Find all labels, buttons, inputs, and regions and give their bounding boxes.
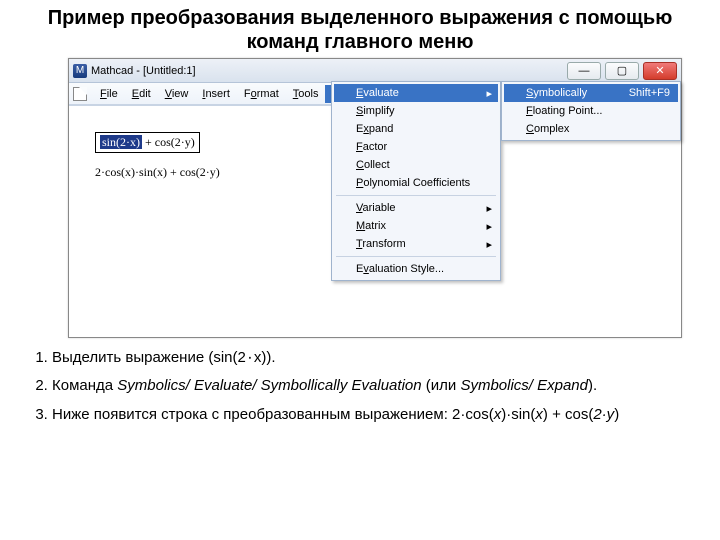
document-icon [73,87,87,101]
menu-file[interactable]: File [93,85,125,103]
submenu-floating[interactable]: Floating Point... [504,102,678,120]
menu-evaluate[interactable]: Evaluate▸ [334,84,498,102]
titlebar: M Mathcad - [Untitled:1] — ▢ ✕ [69,59,681,83]
menu-view[interactable]: View [158,85,196,103]
menu-separator [336,195,496,196]
menu-expand[interactable]: Expand [334,120,498,138]
maximize-button[interactable]: ▢ [605,62,639,80]
menu-variable[interactable]: Variable▸ [334,199,498,217]
step-2: Команда Symbolics/ Evaluate/ Symbollical… [52,376,696,396]
expression-box[interactable]: sin(2·x) + cos(2·y) [95,132,200,153]
selected-expression: sin(2·x) [100,135,142,149]
menu-insert[interactable]: Insert [195,85,237,103]
menu-evalstyle[interactable]: Evaluation Style... [334,260,498,278]
evaluate-submenu: SymbolicallyShift+F9 Floating Point... C… [501,81,681,141]
instruction-list: Выделить выражение (sin(2٠x)). Команда S… [24,348,696,425]
app-icon: M [73,64,87,78]
menu-transform[interactable]: Transform▸ [334,235,498,253]
submenu-symbolically[interactable]: SymbolicallyShift+F9 [504,84,678,102]
mathcad-window: M Mathcad - [Untitled:1] — ▢ ✕ File Edit… [68,58,682,338]
window-title: Mathcad - [Untitled:1] [91,65,196,77]
menu-tools[interactable]: Tools [286,85,326,103]
step-1: Выделить выражение (sin(2٠x)). [52,348,696,368]
page-title: Пример преобразования выделенного выраже… [0,0,720,58]
menu-separator-2 [336,256,496,257]
menu-edit[interactable]: Edit [125,85,158,103]
menu-collect[interactable]: Collect [334,156,498,174]
expression-rest: + cos(2·y) [142,135,195,149]
step-3: Ниже появится строка с преобразованным в… [52,405,696,425]
menu-format[interactable]: Format [237,85,286,103]
menu-simplify[interactable]: Simplify [334,102,498,120]
minimize-button[interactable]: — [567,62,601,80]
close-button[interactable]: ✕ [643,62,677,80]
submenu-complex[interactable]: Complex [504,120,678,138]
menu-matrix[interactable]: Matrix▸ [334,217,498,235]
symbolics-dropdown: Evaluate▸ Simplify Expand Factor Collect… [331,81,501,281]
menu-factor[interactable]: Factor [334,138,498,156]
menu-polycoeff[interactable]: Polynomial Coefficients [334,174,498,192]
